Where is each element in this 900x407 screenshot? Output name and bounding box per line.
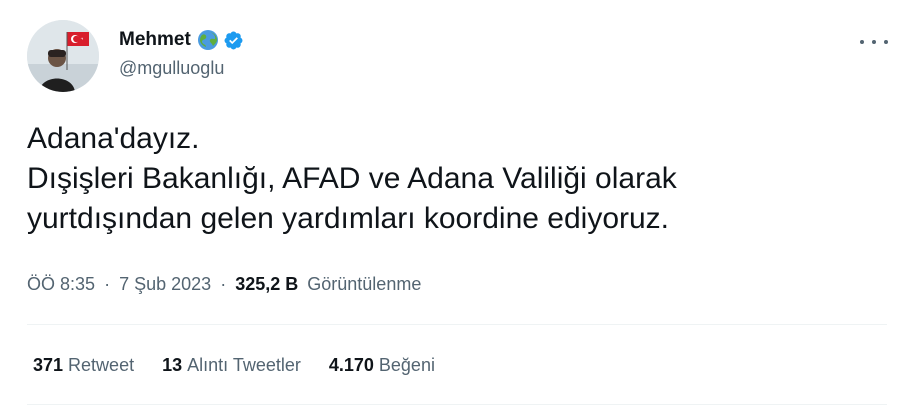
user-name-row[interactable]: Mehmet <box>119 27 244 53</box>
display-name[interactable]: Mehmet <box>119 29 191 51</box>
divider <box>27 404 887 405</box>
quotes-stat[interactable]: 13 Alıntı Tweetler <box>162 355 301 376</box>
meta-separator: · <box>104 274 111 294</box>
more-dot <box>860 40 864 44</box>
tweet-text-line: Dışişleri Bakanlığı, AFAD ve Adana Valil… <box>27 162 677 195</box>
tweet-text-line: Adana'dayız. <box>27 122 200 155</box>
divider <box>27 324 887 325</box>
views-label: Görüntülenme <box>307 274 422 294</box>
tweet-card: Mehmet @mgulluoglu Adana'dayız. Dışişler… <box>0 0 900 407</box>
retweets-label: Retweet <box>68 355 135 375</box>
more-dot <box>872 40 876 44</box>
tweet-time[interactable]: ÖÖ 8:35 <box>27 274 95 294</box>
verified-badge-icon[interactable] <box>223 30 244 51</box>
more-dot <box>884 40 888 44</box>
avatar[interactable] <box>27 20 99 92</box>
tweet-date[interactable]: 7 Şub 2023 <box>119 274 211 294</box>
likes-label: Beğeni <box>378 355 435 375</box>
tweet-meta: ÖÖ 8:35 · 7 Şub 2023 · 325,2 B Görüntüle… <box>27 274 421 295</box>
globe-icon <box>197 29 219 51</box>
user-handle[interactable]: @mgulluoglu <box>119 58 224 79</box>
tweet-text: Adana'dayız. Dışişleri Bakanlığı, AFAD v… <box>27 119 877 239</box>
more-options-icon[interactable] <box>860 38 888 46</box>
likes-count: 4.170 <box>328 355 374 375</box>
engagement-stats: 371 Retweet 13 Alıntı Tweetler 4.170 Beğ… <box>33 355 463 376</box>
tweet-text-line: yurtdışından gelen yardımları koordine e… <box>27 202 670 235</box>
views-count: 325,2 B <box>235 274 299 294</box>
retweets-stat[interactable]: 371 Retweet <box>33 355 134 376</box>
retweets-count: 371 <box>33 355 64 375</box>
meta-separator: · <box>220 274 227 294</box>
quotes-count: 13 <box>162 355 183 375</box>
likes-stat[interactable]: 4.170 Beğeni <box>329 355 435 376</box>
avatar-image <box>27 20 99 92</box>
quotes-label: Alıntı Tweetler <box>187 355 301 375</box>
